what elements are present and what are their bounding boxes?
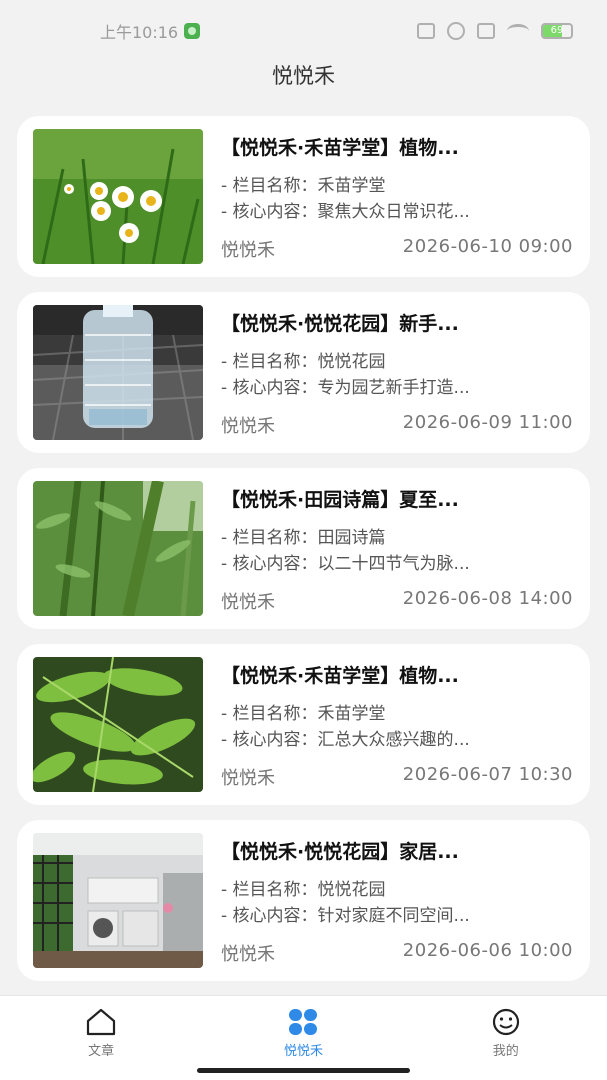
article-author: 悦悦禾: [221, 240, 275, 261]
article-column: - 栏目名称：悦悦花园: [221, 880, 386, 900]
article-thumbnail-mimosa-leaves: [33, 657, 203, 792]
smiley-icon: [492, 1008, 519, 1036]
tab-articles[interactable]: 文章: [41, 1008, 161, 1059]
article-card[interactable]: 【悦悦禾·悦悦花园】家居... - 栏目名称：悦悦花园 - 核心内容：针对家庭不…: [17, 820, 590, 981]
article-footer: 悦悦禾 2026-06-09 11:00: [221, 412, 573, 438]
tab-yueyuehe-label: 悦悦禾: [283, 1044, 323, 1059]
article-column: - 栏目名称：田园诗篇: [221, 528, 386, 548]
article-title: 【悦悦禾·悦悦花园】新手...: [221, 313, 459, 335]
status-time: 上午10:16: [100, 23, 179, 42]
article-date: 2026-06-07 10:30: [402, 764, 573, 785]
status-bar: 上午10:16 69: [0, 0, 607, 62]
article-column: - 栏目名称：禾苗学堂: [221, 176, 386, 196]
alarm-icon: [447, 22, 465, 40]
article-column: - 栏目名称：悦悦花园: [221, 352, 386, 372]
tab-mine[interactable]: 我的: [446, 1008, 566, 1059]
article-meta: - 栏目名称：田园诗篇 - 核心内容：以二十四节气为脉...: [221, 525, 573, 577]
article-list: 【悦悦禾·禾苗学堂】植物... - 栏目名称：禾苗学堂 - 核心内容：聚焦大众日…: [17, 116, 590, 996]
article-thumbnail-daisies: [33, 129, 203, 264]
article-meta: - 栏目名称：悦悦花园 - 核心内容：针对家庭不同空间...: [221, 877, 573, 929]
article-meta: - 栏目名称：悦悦花园 - 核心内容：专为园艺新手打造...: [221, 349, 573, 401]
article-title: 【悦悦禾·禾苗学堂】植物...: [221, 137, 459, 159]
four-leaf-icon: [289, 1009, 318, 1035]
wifi-icon: [507, 24, 529, 38]
article-summary: - 核心内容：汇总大众感兴趣的...: [221, 730, 470, 750]
article-body: 【悦悦禾·禾苗学堂】植物... - 栏目名称：禾苗学堂 - 核心内容：聚焦大众日…: [221, 129, 573, 264]
article-footer: 悦悦禾 2026-06-06 10:00: [221, 940, 573, 966]
battery-level: 69: [550, 25, 564, 36]
article-footer: 悦悦禾 2026-06-07 10:30: [221, 764, 573, 790]
home-indicator[interactable]: [197, 1068, 410, 1073]
article-title: 【悦悦禾·田园诗篇】夏至...: [221, 489, 459, 511]
article-body: 【悦悦禾·禾苗学堂】植物... - 栏目名称：禾苗学堂 - 核心内容：汇总大众感…: [221, 657, 573, 792]
vibrate-icon: [417, 23, 435, 39]
article-card[interactable]: 【悦悦禾·田园诗篇】夏至... - 栏目名称：田园诗篇 - 核心内容：以二十四节…: [17, 468, 590, 629]
article-card[interactable]: 【悦悦禾·悦悦花园】新手... - 栏目名称：悦悦花园 - 核心内容：专为园艺新…: [17, 292, 590, 453]
article-summary: - 核心内容：专为园艺新手打造...: [221, 378, 470, 398]
article-body: 【悦悦禾·田园诗篇】夏至... - 栏目名称：田园诗篇 - 核心内容：以二十四节…: [221, 481, 573, 616]
article-date: 2026-06-08 14:00: [402, 588, 573, 609]
article-title: 【悦悦禾·禾苗学堂】植物...: [221, 665, 459, 687]
article-card[interactable]: 【悦悦禾·禾苗学堂】植物... - 栏目名称：禾苗学堂 - 核心内容：聚焦大众日…: [17, 116, 590, 277]
tab-mine-label: 我的: [492, 1044, 519, 1059]
tab-articles-label: 文章: [88, 1044, 115, 1059]
article-summary: - 核心内容：以二十四节气为脉...: [221, 554, 470, 574]
article-date: 2026-06-06 10:00: [402, 940, 573, 961]
article-thumbnail-bamboo: [33, 481, 203, 616]
status-right: 69: [417, 22, 573, 40]
article-date: 2026-06-09 11:00: [402, 412, 573, 433]
app-notification-icon: [184, 23, 201, 39]
article-summary: - 核心内容：针对家庭不同空间...: [221, 906, 470, 926]
tab-yueyuehe[interactable]: 悦悦禾: [243, 1008, 363, 1059]
article-meta: - 栏目名称：禾苗学堂 - 核心内容：汇总大众感兴趣的...: [221, 701, 573, 753]
status-left: 上午10:16: [100, 19, 201, 43]
article-thumbnail-water-bottle: [33, 305, 203, 440]
article-author: 悦悦禾: [221, 768, 275, 789]
article-date: 2026-06-10 09:00: [402, 236, 573, 257]
home-icon: [87, 1008, 116, 1036]
article-thumbnail-balcony-room: [33, 833, 203, 968]
article-author: 悦悦禾: [221, 944, 275, 965]
article-card[interactable]: 【悦悦禾·禾苗学堂】植物... - 栏目名称：禾苗学堂 - 核心内容：汇总大众感…: [17, 644, 590, 805]
article-summary: - 核心内容：聚焦大众日常识花...: [221, 202, 470, 222]
article-body: 【悦悦禾·悦悦花园】新手... - 栏目名称：悦悦花园 - 核心内容：专为园艺新…: [221, 305, 573, 440]
article-body: 【悦悦禾·悦悦花园】家居... - 栏目名称：悦悦花园 - 核心内容：针对家庭不…: [221, 833, 573, 968]
page-title: 悦悦禾: [272, 64, 335, 88]
article-meta: - 栏目名称：禾苗学堂 - 核心内容：聚焦大众日常识花...: [221, 173, 573, 225]
article-author: 悦悦禾: [221, 416, 275, 437]
article-footer: 悦悦禾 2026-06-08 14:00: [221, 588, 573, 614]
article-author: 悦悦禾: [221, 592, 275, 613]
article-footer: 悦悦禾 2026-06-10 09:00: [221, 236, 573, 262]
article-column: - 栏目名称：禾苗学堂: [221, 704, 386, 724]
sim-icon: [477, 23, 495, 39]
article-title: 【悦悦禾·悦悦花园】家居...: [221, 841, 459, 863]
battery-icon: 69: [541, 23, 573, 39]
